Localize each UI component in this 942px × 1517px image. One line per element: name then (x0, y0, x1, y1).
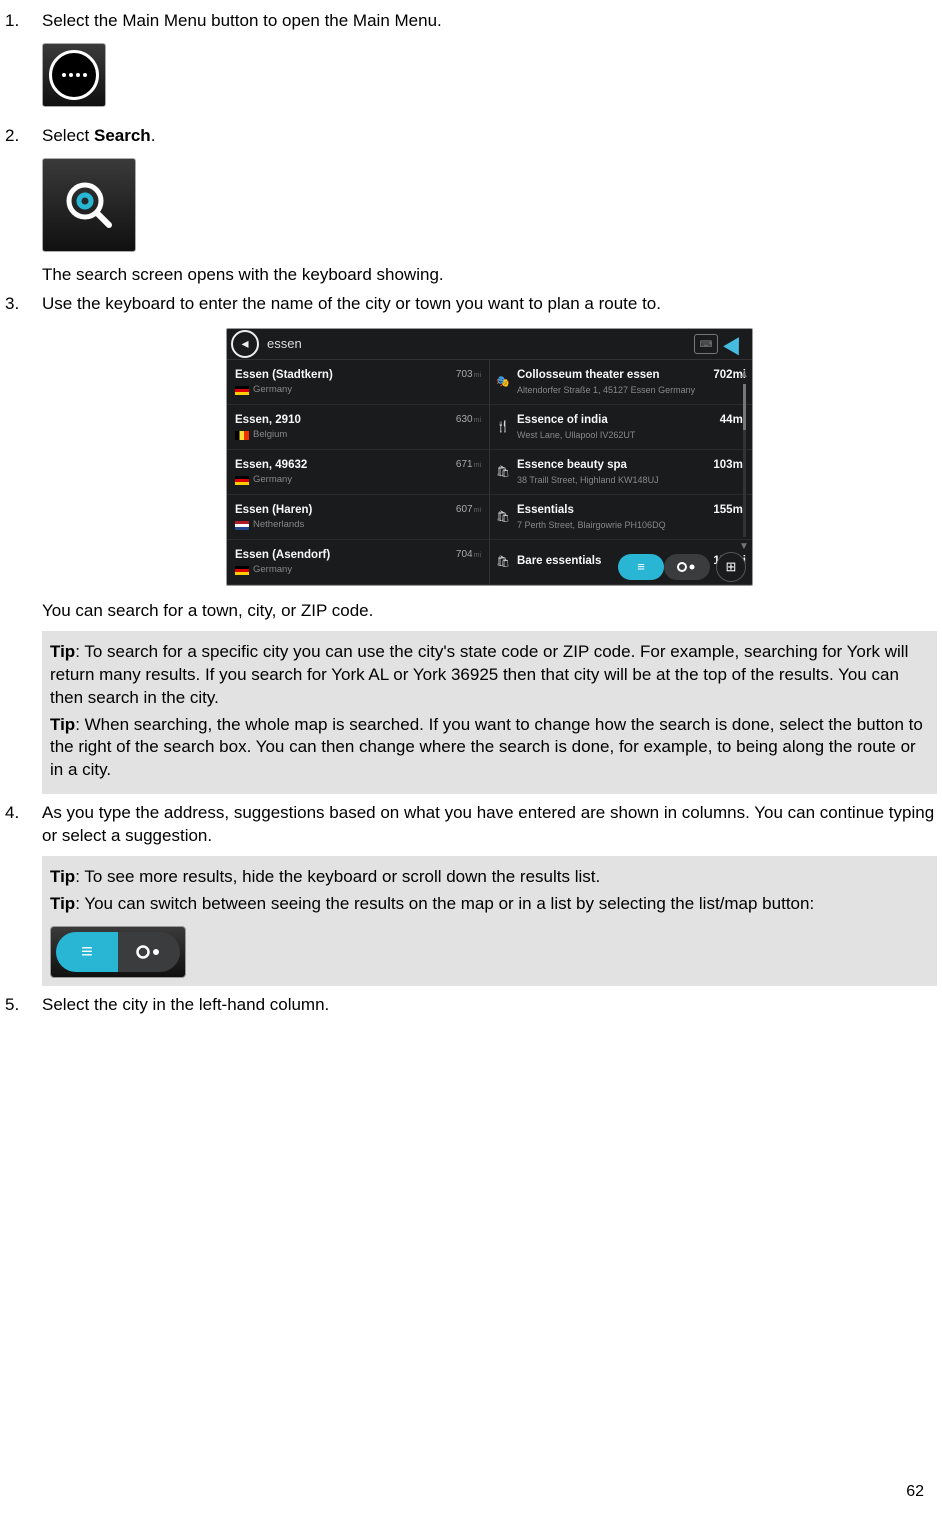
step-3: 3. Use the keyboard to enter the name of… (5, 293, 937, 795)
scrollbar[interactable]: ▲▼ (738, 368, 750, 554)
place-result[interactable]: Essen (Stadtkern)703mi Germany (227, 360, 489, 405)
search-results-screenshot: ◂ essen ⌨ Essen (Stadtkern)703mi Germany… (226, 328, 753, 586)
place-result[interactable]: Essen, 2910630mi Belgium (227, 405, 489, 450)
back-icon[interactable]: ◂ (231, 330, 259, 358)
map-view-button[interactable] (664, 554, 710, 580)
poi-icon: 🛍 (496, 465, 510, 479)
search-query[interactable]: essen (267, 335, 686, 353)
results-places-column: Essen (Stadtkern)703mi Germany Essen, 29… (227, 360, 490, 586)
step-number: 5. (5, 994, 19, 1017)
step-text: Select the Main Menu button to open the … (42, 11, 442, 30)
keyboard-icon[interactable]: ⌨ (694, 334, 718, 354)
place-result[interactable]: Essen, 49632671mi Germany (227, 450, 489, 495)
step-followup: The search screen opens with the keyboar… (42, 264, 937, 287)
step-followup: You can search for a town, city, or ZIP … (42, 600, 937, 623)
step-number: 1. (5, 10, 19, 33)
nav-arrow-icon[interactable] (723, 332, 747, 355)
place-result[interactable]: Essen (Haren)607mi Netherlands (227, 495, 489, 540)
step-text: Use the keyboard to enter the name of th… (42, 294, 661, 313)
tip-label: Tip (50, 715, 75, 734)
results-poi-column: 🎭 Collosseum theater essen702miAltendorf… (490, 360, 752, 586)
tip-label: Tip (50, 642, 75, 661)
step-text: As you type the address, suggestions bas… (42, 803, 934, 845)
step-number: 2. (5, 125, 19, 148)
step-text-before: Select (42, 126, 94, 145)
step-number: 4. (5, 802, 19, 825)
poi-result[interactable]: 🍴 Essence of india44miWest Lane, Ullapoo… (490, 405, 752, 450)
poi-result[interactable]: 🛍 Essentials155mi7 Perth Street, Blairgo… (490, 495, 752, 540)
poi-icon: 🛍 (496, 510, 510, 524)
step-text-bold: Search (94, 126, 151, 145)
search-icon-figure (42, 158, 136, 252)
list-map-button-figure: ≡ (50, 926, 186, 978)
tip-label: Tip (50, 894, 75, 913)
step-2: 2. Select Search. The search screen open… (5, 125, 937, 287)
view-toggle: ≡ ⊞ (618, 552, 746, 582)
page-number: 62 (906, 1481, 924, 1503)
flag-icon (235, 521, 249, 530)
poi-result[interactable]: 🎭 Collosseum theater essen702miAltendorf… (490, 360, 752, 405)
poi-icon: 🛍 (496, 555, 510, 569)
poi-icon: 🎭 (496, 375, 510, 389)
tip-box: Tip: To see more results, hide the keybo… (42, 856, 937, 986)
flag-icon (235, 386, 249, 395)
flag-icon (235, 476, 249, 485)
flag-icon (235, 566, 249, 575)
tip-label: Tip (50, 867, 75, 886)
step-number: 3. (5, 293, 19, 316)
step-4: 4. As you type the address, suggestions … (5, 802, 937, 986)
step-text: Select the city in the left-hand column. (42, 995, 329, 1014)
keyboard-toggle-icon[interactable]: ⊞ (716, 552, 746, 582)
flag-icon (235, 431, 249, 440)
step-5: 5. Select the city in the left-hand colu… (5, 994, 937, 1017)
step-text-after: . (151, 126, 156, 145)
main-menu-icon (49, 50, 99, 100)
list-view-button[interactable]: ≡ (618, 554, 664, 580)
search-icon (61, 177, 117, 233)
main-menu-icon-figure (42, 43, 106, 107)
map-view-icon (118, 932, 180, 972)
tip-text: : To see more results, hide the keyboard… (75, 867, 600, 886)
tip-text: : To search for a specific city you can … (50, 642, 908, 707)
place-result[interactable]: Essen (Asendorf)704mi Germany (227, 540, 489, 585)
tip-text: : You can switch between seeing the resu… (75, 894, 814, 913)
tip-box: Tip: To search for a specific city you c… (42, 631, 937, 795)
list-view-icon: ≡ (56, 932, 118, 972)
tip-text: : When searching, the whole map is searc… (50, 715, 923, 780)
poi-result[interactable]: 🛍 Essence beauty spa103mi38 Traill Stree… (490, 450, 752, 495)
poi-icon: 🍴 (496, 420, 510, 434)
step-1: 1. Select the Main Menu button to open t… (5, 10, 937, 119)
